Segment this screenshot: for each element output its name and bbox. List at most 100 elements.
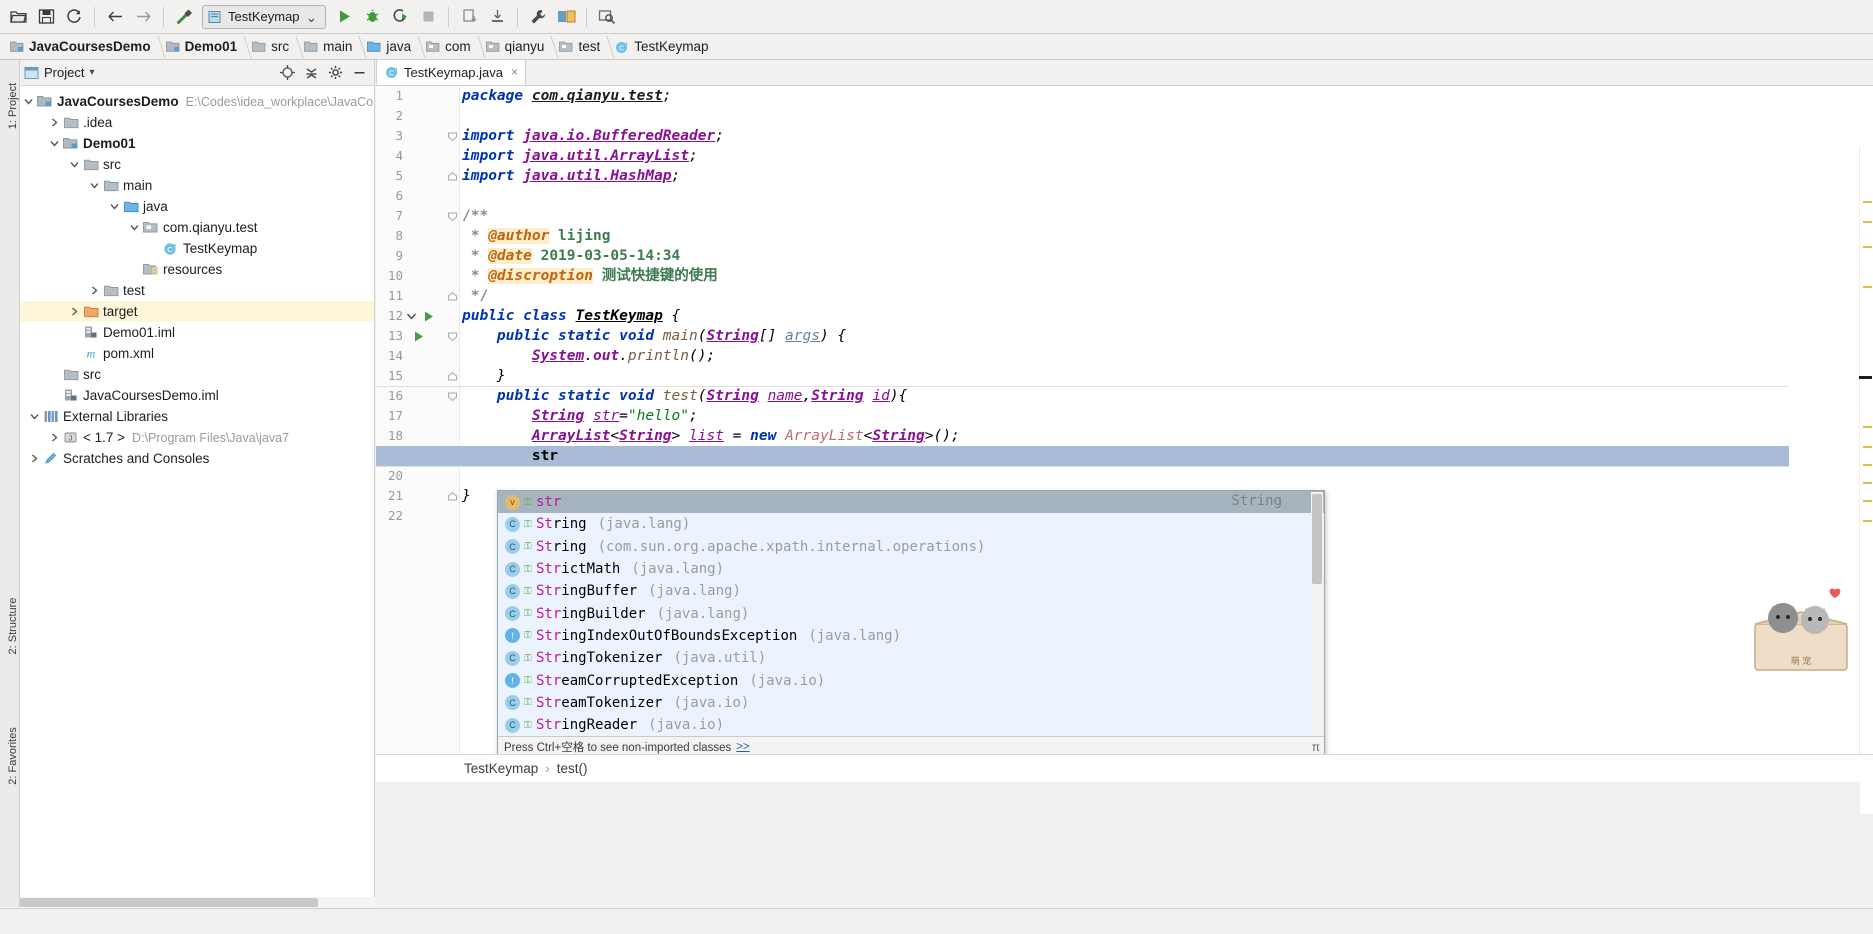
arrow-right-icon[interactable] bbox=[130, 4, 156, 30]
tree-node-pom-xml[interactable]: m pom.xml bbox=[20, 343, 374, 364]
tree-node-1-7[interactable]: J < 1.7 > D:\Program Files\Java\java7 bbox=[20, 427, 374, 448]
autocomplete-more-link[interactable]: >> bbox=[736, 741, 749, 753]
coverage-icon[interactable] bbox=[387, 4, 413, 30]
collapse-chevron-icon[interactable] bbox=[406, 306, 417, 326]
autocomplete-item[interactable]: ! ⚿ StreamCorruptedException (java.io) bbox=[498, 669, 1324, 691]
tool-window-button-structure[interactable]: 2: Structure bbox=[7, 593, 19, 659]
hammer-icon[interactable] bbox=[171, 4, 197, 30]
error-stripe-markers[interactable] bbox=[1859, 146, 1873, 814]
breadcrumb-item-java[interactable]: java bbox=[361, 34, 426, 60]
arrow-left-icon[interactable] bbox=[102, 4, 128, 30]
search-icon[interactable] bbox=[594, 4, 620, 30]
bug-icon[interactable] bbox=[359, 4, 385, 30]
warning-marker[interactable] bbox=[1863, 201, 1872, 203]
editor-gutter[interactable]: 12345678910111213141516171819202122 bbox=[376, 86, 460, 754]
project-horizontal-scrollbar[interactable] bbox=[20, 897, 375, 908]
chevron-down-icon[interactable]: ⌄ bbox=[306, 10, 318, 24]
editor-tab-testkeymap[interactable]: C TestKeymap.java × bbox=[376, 59, 527, 85]
tool-window-button-project[interactable]: 1: Project bbox=[7, 73, 19, 139]
breadcrumb-item-test[interactable]: test bbox=[553, 34, 615, 60]
breadcrumb-item-testkeymap[interactable]: C TestKeymap bbox=[609, 34, 717, 60]
code-fold-icon[interactable] bbox=[446, 126, 459, 146]
warning-marker[interactable] bbox=[1863, 286, 1872, 288]
scrollbar-thumb[interactable] bbox=[20, 898, 318, 907]
project-structure-icon[interactable] bbox=[553, 4, 579, 30]
tree-node-java[interactable]: java bbox=[20, 196, 374, 217]
tree-node-com-qianyu-test[interactable]: com.qianyu.test bbox=[20, 217, 374, 238]
breadcrumb-item-demo01[interactable]: Demo01 bbox=[160, 34, 252, 60]
warning-marker[interactable] bbox=[1863, 464, 1872, 466]
tree-expander-icon[interactable] bbox=[126, 223, 142, 232]
code-fold-icon[interactable] bbox=[446, 286, 459, 306]
code-fold-icon[interactable] bbox=[446, 326, 459, 346]
run-gutter-icon[interactable] bbox=[422, 306, 435, 326]
warning-marker[interactable] bbox=[1863, 246, 1872, 248]
autocomplete-item[interactable]: C ⚿ String (java.lang) bbox=[498, 513, 1324, 535]
breadcrumb-item-com[interactable]: com bbox=[420, 34, 486, 60]
tree-expander-icon[interactable] bbox=[20, 97, 36, 106]
folder-open-icon[interactable] bbox=[5, 4, 31, 30]
tree-node-testkeymap[interactable]: C TestKeymap bbox=[20, 238, 374, 259]
tree-node-demo01[interactable]: Demo01 bbox=[20, 133, 374, 154]
warning-marker[interactable] bbox=[1863, 482, 1872, 484]
tree-expander-icon[interactable] bbox=[66, 160, 82, 169]
run-gutter-icon[interactable] bbox=[412, 326, 425, 346]
warning-marker[interactable] bbox=[1863, 500, 1872, 502]
autocomplete-item[interactable]: C ⚿ StringBuilder (java.lang) bbox=[498, 602, 1324, 624]
tree-expander-icon[interactable] bbox=[46, 118, 62, 127]
run-triangle-icon[interactable] bbox=[331, 4, 357, 30]
tree-node-target[interactable]: target bbox=[20, 301, 374, 322]
autocomplete-item[interactable]: C ⚿ StringBuffer (java.lang) bbox=[498, 580, 1324, 602]
autocomplete-item[interactable]: C ⚿ StringTokenizer (java.util) bbox=[498, 647, 1324, 669]
code-fold-icon[interactable] bbox=[446, 366, 459, 386]
breadcrumb-item-src[interactable]: src bbox=[246, 34, 304, 60]
collapse-all-icon[interactable] bbox=[300, 62, 322, 84]
code-fold-icon[interactable] bbox=[446, 166, 459, 186]
wrench-icon[interactable] bbox=[525, 4, 551, 30]
autocomplete-item[interactable]: C ⚿ StrictMath (java.lang) bbox=[498, 558, 1324, 580]
gear-icon[interactable] bbox=[324, 62, 346, 84]
code-fold-icon[interactable] bbox=[446, 206, 459, 226]
tree-node-javacoursesdemo[interactable]: JavaCoursesDemo E:\Codes\idea_workplace\J… bbox=[20, 91, 374, 112]
tree-expander-icon[interactable] bbox=[66, 307, 82, 316]
tree-node-external-libraries[interactable]: External Libraries bbox=[20, 406, 374, 427]
tree-node-demo01-iml[interactable]: Demo01.iml bbox=[20, 322, 374, 343]
save-icon[interactable] bbox=[33, 4, 59, 30]
tree-node-idea[interactable]: .idea bbox=[20, 112, 374, 133]
warning-marker[interactable] bbox=[1863, 221, 1872, 223]
scrollbar-thumb[interactable] bbox=[1312, 494, 1322, 584]
tree-expander-icon[interactable] bbox=[46, 433, 62, 442]
bottom-breadcrumb-class[interactable]: TestKeymap bbox=[464, 761, 538, 776]
autocomplete-popup[interactable]: String v ⚿ str C ⚿ String (java.lang) C ⚿ String (… bbox=[497, 490, 1325, 754]
tree-node-resources[interactable]: resources bbox=[20, 259, 374, 280]
tree-node-main[interactable]: main bbox=[20, 175, 374, 196]
code-fold-icon[interactable] bbox=[446, 486, 459, 506]
chevron-down-icon[interactable]: ▾ bbox=[89, 67, 94, 78]
locate-icon[interactable] bbox=[276, 62, 298, 84]
close-icon[interactable]: × bbox=[511, 65, 518, 79]
inspection-status[interactable] bbox=[1863, 148, 1872, 157]
autocomplete-scrollbar[interactable] bbox=[1311, 492, 1323, 739]
warning-marker[interactable] bbox=[1863, 446, 1872, 448]
autocomplete-item[interactable]: C ⚿ StringReader (java.io) bbox=[498, 714, 1324, 736]
warning-marker[interactable] bbox=[1863, 520, 1872, 522]
tree-expander-icon[interactable] bbox=[26, 454, 42, 463]
tree-expander-icon[interactable] bbox=[46, 139, 62, 148]
autocomplete-item[interactable]: C ⚿ String (com.sun.org.apache.xpath.intern… bbox=[498, 536, 1324, 558]
tree-node-src[interactable]: src bbox=[20, 364, 374, 385]
tree-expander-icon[interactable] bbox=[86, 181, 102, 190]
tree-node-test[interactable]: test bbox=[20, 280, 374, 301]
code-fold-icon[interactable] bbox=[446, 386, 459, 406]
update-icon[interactable] bbox=[456, 4, 482, 30]
tree-node-javacoursesdemo-iml[interactable]: JavaCoursesDemo.iml bbox=[20, 385, 374, 406]
breadcrumb-item-javacoursesdemo[interactable]: JavaCoursesDemo bbox=[4, 34, 166, 60]
tree-node-scratches-and-consoles[interactable]: Scratches and Consoles bbox=[20, 448, 374, 469]
hide-icon[interactable] bbox=[348, 62, 370, 84]
tree-expander-icon[interactable] bbox=[86, 286, 102, 295]
bottom-breadcrumb-method[interactable]: test() bbox=[557, 761, 588, 776]
tree-expander-icon[interactable] bbox=[106, 202, 122, 211]
autocomplete-item[interactable]: C ⚿ StreamTokenizer (java.io) bbox=[498, 692, 1324, 714]
run-configuration-selector[interactable]: TestKeymap ⌄ bbox=[202, 4, 327, 29]
autocomplete-item[interactable]: ! ⚿ StringIndexOutOfBoundsException (java.l… bbox=[498, 625, 1324, 647]
tool-window-button-favorites[interactable]: 2: Favorites bbox=[7, 723, 19, 789]
